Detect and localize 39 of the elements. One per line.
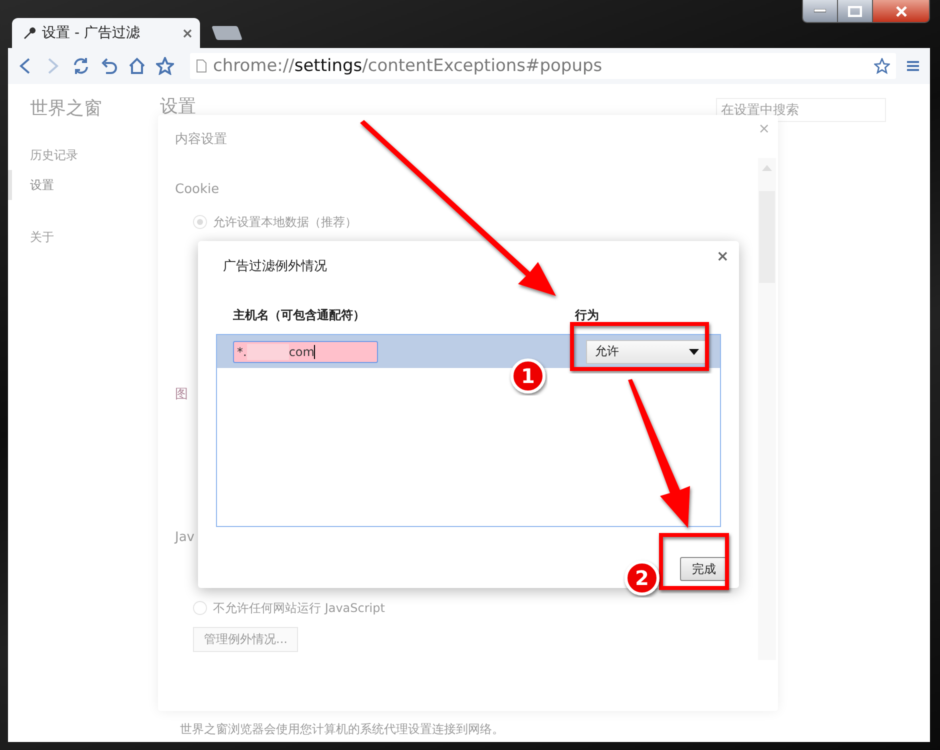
column-header: 行为: [575, 307, 599, 324]
page-icon: [196, 59, 207, 73]
brand-title: 世界之窗: [30, 97, 103, 120]
tab-title: 设置 - 广告过滤: [42, 24, 141, 42]
page-title: 设置: [160, 94, 196, 118]
radio-icon[interactable]: [193, 215, 207, 229]
minimize-icon: [814, 9, 826, 13]
radio-icon[interactable]: [193, 601, 207, 615]
close-icon[interactable]: [183, 28, 192, 38]
new-tab-button[interactable]: [211, 26, 243, 40]
url-path: /contentExceptions#popups: [362, 56, 602, 76]
dropdown-arrow-icon: [689, 348, 699, 354]
done-button[interactable]: 完成: [680, 557, 728, 581]
dialog-title: 内容设置: [175, 131, 227, 148]
scrollbar[interactable]: [758, 158, 776, 660]
column-header: 主机名（可包含通配符）: [233, 307, 366, 324]
maximize-icon: [848, 6, 862, 16]
url-host: settings: [294, 56, 362, 76]
exception-row[interactable]: *. com 允许: [217, 335, 720, 368]
bookmark-star-icon[interactable]: [874, 58, 890, 74]
behavior-dropdown[interactable]: 允许: [586, 340, 708, 364]
minimize-button[interactable]: [803, 0, 838, 22]
close-icon[interactable]: ×: [716, 247, 729, 265]
star-icon[interactable]: [154, 55, 176, 77]
highlight-box: [659, 533, 729, 590]
maximize-button[interactable]: [838, 0, 873, 22]
radio-option[interactable]: 不允许任何网站运行 JavaScript: [193, 595, 778, 621]
section-heading: Cookie: [175, 182, 220, 197]
nav-item[interactable]: 设置: [8, 170, 148, 200]
hostname-field[interactable]: *. com: [233, 340, 378, 362]
wrench-icon: [22, 26, 36, 40]
section-heading: Jav: [175, 530, 194, 545]
address-bar[interactable]: chrome://settings/contentExceptions#popups: [190, 53, 896, 79]
close-icon: [894, 6, 908, 16]
browser-tab[interactable]: 设置 - 广告过滤: [12, 18, 200, 48]
url-scheme: chrome://: [213, 56, 294, 76]
section-heading: 图: [175, 386, 188, 403]
close-button[interactable]: [873, 0, 929, 22]
dialog-title: 广告过滤例外情况: [223, 258, 327, 275]
